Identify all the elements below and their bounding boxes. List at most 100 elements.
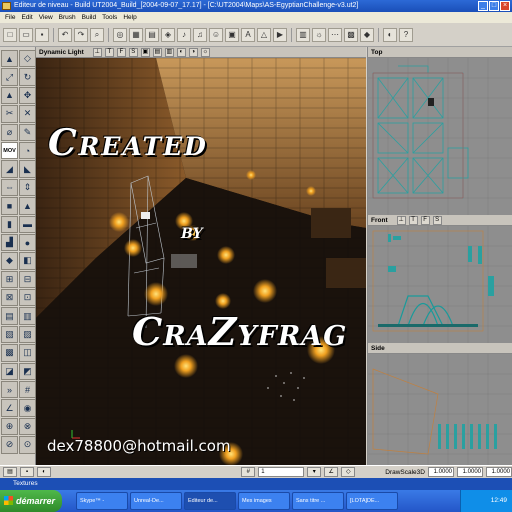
camera-speed-icon[interactable]: » bbox=[1, 381, 18, 399]
viewport-options-icon[interactable]: ▥ bbox=[164, 47, 174, 57]
front-viewport[interactable]: Front ⊥ T F S bbox=[367, 215, 512, 343]
textures-window-bar[interactable]: Textures bbox=[0, 478, 512, 490]
maximize-button[interactable]: □ bbox=[489, 1, 499, 11]
undo-icon[interactable]: ↶ bbox=[58, 27, 72, 42]
brush-clip-icon[interactable]: ✂ bbox=[1, 105, 18, 123]
mirror-icon[interactable]: ⇕ bbox=[19, 178, 36, 197]
sheet-builder-icon[interactable]: ▬ bbox=[19, 215, 36, 233]
rotation-snap-icon[interactable]: ∠ bbox=[1, 399, 18, 417]
log-icon[interactable]: ▤ bbox=[3, 467, 17, 477]
menu-build[interactable]: Build bbox=[79, 12, 99, 23]
build-lighting-icon[interactable]: ☼ bbox=[312, 27, 326, 42]
taskbar-item[interactable]: Unreal-De... bbox=[130, 492, 182, 510]
cone-builder-icon[interactable]: ▲ bbox=[19, 197, 36, 215]
grid-snap-icon[interactable]: # bbox=[19, 381, 36, 399]
eyedropper-icon[interactable]: ⌀ bbox=[1, 123, 18, 141]
rotation-icon[interactable]: ∠ bbox=[324, 467, 339, 477]
minimize-button[interactable]: _ bbox=[478, 1, 488, 11]
viewport-side-button[interactable]: S bbox=[128, 47, 138, 57]
grid-size-select[interactable]: 1 bbox=[258, 467, 305, 477]
texture-browser-icon[interactable]: ▤ bbox=[145, 27, 159, 42]
close-button[interactable]: × bbox=[500, 1, 510, 11]
top-viewport[interactable]: Top bbox=[367, 47, 512, 215]
start-button[interactable]: démarrer bbox=[0, 490, 62, 512]
font-icon[interactable]: A bbox=[241, 27, 255, 42]
brush-rotate-icon[interactable]: ◢ bbox=[1, 160, 18, 178]
taskbar-item[interactable]: Sans titre ... bbox=[292, 492, 344, 510]
terrain-edit-icon[interactable]: ▲ bbox=[1, 86, 18, 105]
viewport-options-icon[interactable]: ▣ bbox=[140, 47, 150, 57]
viewport-front-button[interactable]: F bbox=[420, 215, 430, 225]
intersect-brush-icon[interactable]: ⊠ bbox=[1, 289, 18, 307]
perspective-viewport[interactable]: Dynamic Light ⊥ T F S ▣ ▤ ▥ ◐ ◑ ☼ Create… bbox=[36, 47, 366, 465]
volumetric-builder-icon[interactable]: ◧ bbox=[19, 252, 36, 270]
vertex-icon[interactable]: ◇ bbox=[341, 467, 356, 477]
hide-selected-icon[interactable]: ◫ bbox=[19, 344, 36, 362]
flip-icon[interactable]: ⇔ bbox=[1, 178, 18, 197]
taskbar-item[interactable]: Skype™ - bbox=[76, 492, 128, 510]
polygon-icon[interactable]: ✕ bbox=[19, 105, 36, 123]
cylinder-builder-icon[interactable]: ▮ bbox=[1, 215, 18, 233]
static-mesh-icon[interactable]: ▩ bbox=[1, 344, 18, 362]
menu-tools[interactable]: Tools bbox=[99, 12, 120, 23]
misc-tool-icon[interactable]: ⊘ bbox=[1, 436, 18, 454]
build-paths-icon[interactable]: ⋯ bbox=[328, 27, 342, 42]
sphere-builder-icon[interactable]: ● bbox=[19, 233, 36, 252]
misc-tool-icon[interactable]: ⊙ bbox=[19, 436, 36, 454]
deintersect-brush-icon[interactable]: ⊡ bbox=[19, 289, 36, 307]
matinee-tool-icon[interactable]: ◔ bbox=[19, 141, 36, 160]
viewport-front-button[interactable]: F bbox=[116, 47, 126, 57]
misc-tool-icon[interactable]: ⊕ bbox=[1, 417, 18, 436]
viewport-side-button[interactable]: S bbox=[432, 215, 442, 225]
mov-button[interactable]: MOV bbox=[1, 141, 18, 160]
redo-icon[interactable]: ↷ bbox=[74, 27, 88, 42]
freehand-icon[interactable]: ✎ bbox=[19, 123, 36, 141]
add-mover-icon[interactable]: ▤ bbox=[1, 307, 18, 325]
drawscale-z-field[interactable]: 1.0000 bbox=[486, 467, 512, 477]
taskbar-item[interactable]: Editeur de... bbox=[184, 492, 236, 510]
viewport-top-button[interactable]: T bbox=[408, 215, 418, 225]
menu-brush[interactable]: Brush bbox=[56, 12, 79, 23]
stair-builder-icon[interactable]: ▟ bbox=[1, 233, 18, 252]
new-map-icon[interactable]: □ bbox=[3, 27, 17, 42]
clock[interactable]: 12:49 bbox=[491, 497, 507, 504]
select-inside-icon[interactable]: ◩ bbox=[19, 362, 36, 381]
search-icon[interactable]: ⌕ bbox=[90, 27, 104, 42]
drawscale-x-field[interactable]: 1.0000 bbox=[428, 467, 454, 477]
menu-view[interactable]: View bbox=[36, 12, 56, 23]
viewport-options-icon[interactable]: ◑ bbox=[188, 47, 198, 57]
brush-scale-icon[interactable]: ◣ bbox=[19, 160, 36, 178]
texture-pan-icon[interactable]: ✥ bbox=[19, 86, 36, 105]
matinee-icon[interactable]: ▶ bbox=[273, 27, 287, 42]
viewport-top-button[interactable]: T bbox=[104, 47, 114, 57]
tetra-builder-icon[interactable]: ◆ bbox=[1, 252, 18, 270]
drawscale-y-field[interactable]: 1.0000 bbox=[457, 467, 483, 477]
camera-icon[interactable]: ◐ bbox=[37, 467, 51, 477]
rotate-icon[interactable]: ↻ bbox=[19, 68, 36, 86]
add-antiportal-icon[interactable]: ▨ bbox=[19, 325, 36, 344]
grid-toggle-icon[interactable]: # bbox=[241, 467, 256, 477]
viewport-options-icon[interactable]: ▤ bbox=[152, 47, 162, 57]
cube-builder-icon[interactable]: ■ bbox=[1, 197, 18, 215]
menu-edit[interactable]: Edit bbox=[18, 12, 35, 23]
taskbar-item[interactable]: Mes images bbox=[238, 492, 290, 510]
misc-tool-icon[interactable]: ⊗ bbox=[19, 417, 36, 436]
save-icon[interactable]: ▪ bbox=[35, 27, 49, 42]
animation-browser-icon[interactable]: ☺ bbox=[209, 27, 223, 42]
snap-icon[interactable]: ▾ bbox=[307, 467, 322, 477]
side-viewport[interactable]: Side bbox=[367, 343, 512, 465]
open-icon[interactable]: ▭ bbox=[19, 27, 33, 42]
menu-help[interactable]: Help bbox=[120, 12, 139, 23]
menu-file[interactable]: File bbox=[2, 12, 18, 23]
terrain-icon[interactable]: △ bbox=[257, 27, 271, 42]
build-geometry-icon[interactable]: ▥ bbox=[296, 27, 310, 42]
viewport-lock-icon[interactable]: ⊥ bbox=[396, 215, 406, 225]
help-icon[interactable]: ? bbox=[399, 27, 413, 42]
scale-icon[interactable]: ⤢ bbox=[1, 68, 18, 86]
taskbar-item[interactable]: [LOTA]DE... bbox=[346, 492, 398, 510]
camera-move-icon[interactable]: ▲ bbox=[1, 50, 18, 68]
camera-icon[interactable]: ◐ bbox=[383, 27, 397, 42]
viewport-options-icon[interactable]: ◐ bbox=[176, 47, 186, 57]
add-special-icon[interactable]: ▥ bbox=[19, 307, 36, 325]
add-brush-icon[interactable]: ⊞ bbox=[1, 270, 18, 289]
